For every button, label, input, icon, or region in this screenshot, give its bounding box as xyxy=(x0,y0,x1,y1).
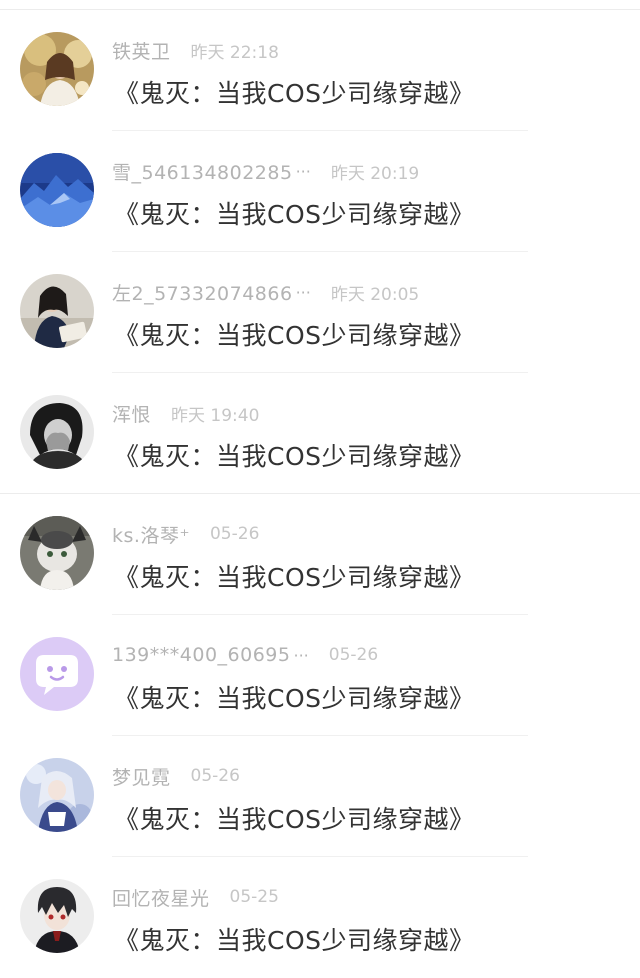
item-meta: 左2_57332074866 ··· 昨天 20:05 xyxy=(112,279,420,306)
avatar[interactable] xyxy=(20,274,94,348)
avatar[interactable] xyxy=(20,32,94,106)
avatar[interactable] xyxy=(20,516,94,590)
timestamp: 昨天 19:40 xyxy=(171,405,260,426)
avatar[interactable] xyxy=(20,637,94,711)
message-text[interactable]: 《鬼灭：当我COS少司缘穿越》 xyxy=(114,74,475,110)
username[interactable]: 雪_546134802285 xyxy=(112,158,293,185)
timestamp: 昨天 20:19 xyxy=(330,163,420,184)
avatar[interactable] xyxy=(20,758,94,832)
avatar[interactable] xyxy=(20,395,94,469)
list-item[interactable]: 左2_57332074866 ··· 昨天 20:05 《鬼灭：当我COS少司缘… xyxy=(0,252,640,373)
message-text[interactable]: 《鬼灭：当我COS少司缘穿越》 xyxy=(114,921,475,957)
item-meta: 铁英卫 昨天 22:18 xyxy=(112,37,279,64)
item-meta: ks.洛琴⁺ 05-26 xyxy=(112,521,260,548)
message-text[interactable]: 《鬼灭：当我COS少司缘穿越》 xyxy=(114,800,475,836)
username[interactable]: ks.洛琴⁺ xyxy=(112,521,190,548)
list-item[interactable]: ks.洛琴⁺ 05-26 《鬼灭：当我COS少司缘穿越》 xyxy=(0,494,640,615)
truncation-ellipsis: ··· xyxy=(293,645,309,665)
list-item[interactable]: 铁英卫 昨天 22:18 《鬼灭：当我COS少司缘穿越》 xyxy=(0,10,640,131)
message-text[interactable]: 《鬼灭：当我COS少司缘穿越》 xyxy=(114,316,475,352)
username[interactable]: 铁英卫 xyxy=(112,37,171,64)
timestamp: 05-26 xyxy=(328,645,379,665)
username[interactable]: 梦见霓 xyxy=(112,763,171,790)
message-text[interactable]: 《鬼灭：当我COS少司缘穿越》 xyxy=(114,558,475,594)
timestamp: 05-26 xyxy=(190,766,240,786)
item-meta: 梦见霓 05-26 xyxy=(112,763,240,790)
item-meta: 雪_546134802285 ··· 昨天 20:19 xyxy=(112,158,420,185)
avatar[interactable] xyxy=(20,879,94,953)
username[interactable]: 左2_57332074866 xyxy=(112,279,293,306)
list-item[interactable]: 139***400_60695 ··· 05-26 《鬼灭：当我COS少司缘穿越… xyxy=(0,615,640,736)
truncation-ellipsis: ··· xyxy=(295,282,311,302)
username[interactable]: 浑恨 xyxy=(112,400,151,427)
timestamp: 05-26 xyxy=(209,524,260,544)
message-text[interactable]: 《鬼灭：当我COS少司缘穿越》 xyxy=(114,437,475,473)
timestamp: 昨天 20:05 xyxy=(330,284,420,305)
list-item[interactable]: 浑恨 昨天 19:40 《鬼灭：当我COS少司缘穿越》 xyxy=(0,373,640,494)
avatar[interactable] xyxy=(20,153,94,227)
message-text[interactable]: 《鬼灭：当我COS少司缘穿越》 xyxy=(114,679,475,715)
list-item[interactable]: 回忆夜星光 05-25 《鬼灭：当我COS少司缘穿越》 xyxy=(0,857,640,978)
message-text[interactable]: 《鬼灭：当我COS少司缘穿越》 xyxy=(114,195,475,231)
truncation-ellipsis: ··· xyxy=(295,161,311,181)
item-meta: 139***400_60695 ··· 05-26 xyxy=(112,643,378,667)
message-list: 铁英卫 昨天 22:18 《鬼灭：当我COS少司缘穿越》 雪_546134802… xyxy=(0,10,640,978)
timestamp: 昨天 22:18 xyxy=(190,42,279,63)
username[interactable]: 139***400_60695 xyxy=(112,644,290,666)
item-meta: 浑恨 昨天 19:40 xyxy=(112,400,260,427)
item-meta: 回忆夜星光 05-25 xyxy=(112,884,279,911)
list-item[interactable]: 梦见霓 05-26 《鬼灭：当我COS少司缘穿越》 xyxy=(0,736,640,857)
username[interactable]: 回忆夜星光 xyxy=(112,884,210,911)
timestamp: 05-25 xyxy=(229,887,279,907)
list-item[interactable]: 雪_546134802285 ··· 昨天 20:19 《鬼灭：当我COS少司缘… xyxy=(0,131,640,252)
